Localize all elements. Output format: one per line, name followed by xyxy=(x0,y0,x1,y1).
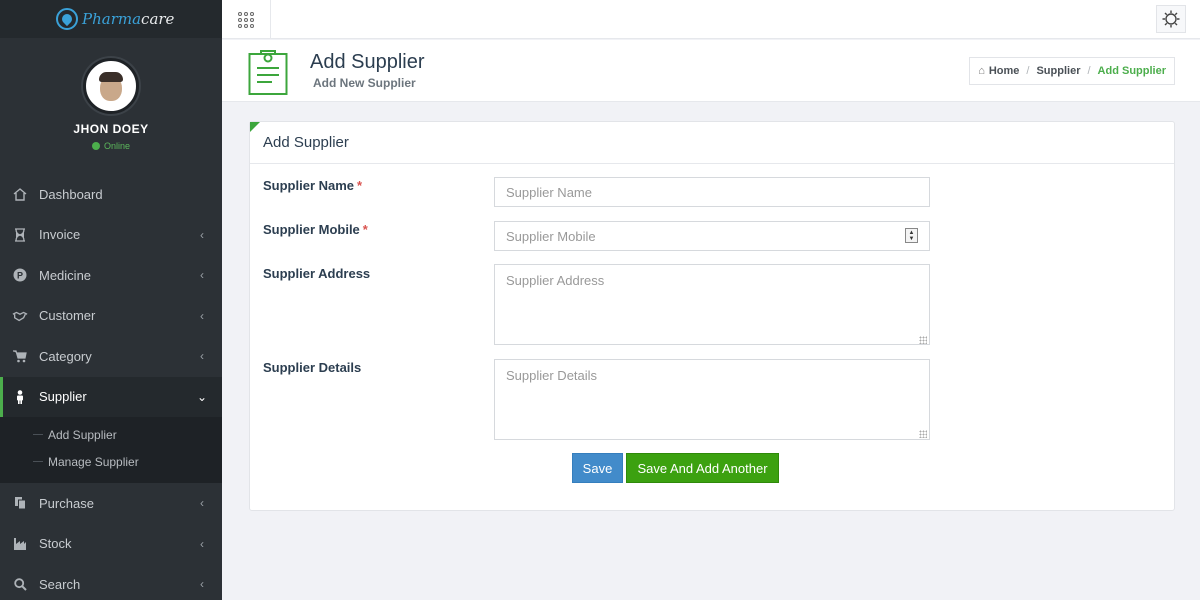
page-title: Add Supplier xyxy=(310,51,425,73)
search-icon xyxy=(12,576,28,592)
breadcrumb-supplier[interactable]: Supplier xyxy=(1036,65,1080,77)
supplier-mobile-label: Supplier Mobile * xyxy=(263,222,368,237)
sidebar-item-label: Stock xyxy=(39,536,72,552)
grid-icon xyxy=(238,11,254,28)
chevron-left-icon: ‹ xyxy=(200,308,204,323)
supplier-submenu: Add Supplier Manage Supplier xyxy=(0,417,222,483)
clipboard-icon xyxy=(248,50,288,95)
sidebar-item-label: Invoice xyxy=(39,227,81,243)
sidebar-item-purchase[interactable]: Purchase ‹ xyxy=(0,483,222,524)
sidebar-item-invoice[interactable]: Invoice ‹ xyxy=(0,215,222,256)
avatar[interactable] xyxy=(83,58,139,114)
save-and-add-another-button[interactable]: Save And Add Another xyxy=(626,453,779,483)
spinner-down-icon: ▼ xyxy=(908,235,915,242)
breadcrumb: ⌂ Home / Supplier / Add Supplier xyxy=(969,57,1175,85)
page-subtitle: Add New Supplier xyxy=(313,76,416,90)
status-text: Online xyxy=(103,141,130,151)
supplier-address-label: Supplier Address xyxy=(263,266,371,281)
submenu-item-add-supplier[interactable]: Add Supplier xyxy=(0,421,222,448)
chevron-left-icon: ‹ xyxy=(200,577,204,592)
sidebar-item-search[interactable]: Search ‹ xyxy=(0,564,222,600)
sidebar-item-label: Search xyxy=(39,576,81,592)
apps-menu-button[interactable] xyxy=(222,0,271,39)
supplier-name-label: Supplier Name * xyxy=(263,178,363,193)
sidebar-item-customer[interactable]: Customer ‹ xyxy=(0,296,222,337)
user-status: Online xyxy=(91,141,130,151)
sidebar-item-label: Purchase xyxy=(39,495,94,511)
sidebar-item-category[interactable]: Category ‹ xyxy=(0,336,222,377)
supplier-address-input[interactable] xyxy=(494,264,930,345)
chevron-left-icon: ‹ xyxy=(200,536,204,551)
supplier-details-label: Supplier Details xyxy=(263,360,362,375)
copy-icon xyxy=(12,495,28,511)
hourglass-icon xyxy=(12,227,28,243)
sidebar-nav: Dashboard Invoice ‹ P Medicine ‹ Custome… xyxy=(0,174,222,600)
svg-text:P: P xyxy=(17,271,23,281)
resize-handle-icon[interactable] xyxy=(919,336,927,344)
online-dot-icon xyxy=(91,142,100,150)
chevron-left-icon: ‹ xyxy=(200,227,204,242)
sidebar-item-label: Supplier xyxy=(39,389,87,405)
save-button[interactable]: Save xyxy=(572,453,623,483)
required-mark: * xyxy=(357,178,363,193)
submenu-item-manage-supplier[interactable]: Manage Supplier xyxy=(0,448,222,475)
chevron-down-icon: ⌄ xyxy=(196,389,208,404)
gear-icon xyxy=(1162,10,1180,28)
person-icon xyxy=(12,389,28,405)
settings-button[interactable] xyxy=(1156,5,1186,33)
user-profile: JHON DOEY Online xyxy=(0,38,222,166)
handshake-icon xyxy=(12,308,28,324)
sidebar-item-dashboard[interactable]: Dashboard xyxy=(0,174,222,215)
sidebar-item-label: Customer xyxy=(39,308,96,324)
pharmacy-icon: P xyxy=(12,267,28,283)
sidebar-item-label: Medicine xyxy=(39,267,92,283)
industry-icon xyxy=(12,536,28,552)
cart-icon xyxy=(12,348,28,364)
chevron-left-icon: ‹ xyxy=(200,349,204,364)
sidebar-item-label: Category xyxy=(39,348,92,364)
card-title: Add Supplier xyxy=(250,122,1174,164)
pharmacare-logo-icon xyxy=(56,8,78,30)
page-header: Add Supplier Add New Supplier ⌂ Home / S… xyxy=(222,40,1200,102)
supplier-details-input[interactable] xyxy=(494,359,930,440)
topbar xyxy=(222,0,1200,39)
chevron-left-icon: ‹ xyxy=(200,496,204,511)
sidebar-item-supplier[interactable]: Supplier ⌄ xyxy=(0,376,222,417)
user-name: JHON DOEY xyxy=(73,122,149,136)
sidebar-item-label: Dashboard xyxy=(39,186,103,202)
home-icon: ⌂ xyxy=(978,65,985,77)
breadcrumb-home[interactable]: Home xyxy=(989,65,1020,77)
required-mark: * xyxy=(362,222,368,237)
sidebar-item-medicine[interactable]: P Medicine ‹ xyxy=(0,255,222,296)
home-icon xyxy=(12,186,28,202)
breadcrumb-current: Add Supplier xyxy=(1097,65,1166,77)
sidebar: Pharmacare JHON DOEY Online Dashboard In… xyxy=(0,0,222,600)
resize-handle-icon[interactable] xyxy=(919,430,927,438)
number-spinner[interactable]: ▲ ▼ xyxy=(905,228,918,243)
supplier-mobile-input[interactable] xyxy=(494,221,930,251)
brand-name: Pharmacare xyxy=(82,10,175,28)
supplier-name-input[interactable] xyxy=(494,177,930,207)
add-supplier-card: Add Supplier Supplier Name* Supplier Mob… xyxy=(249,121,1175,511)
chevron-left-icon: ‹ xyxy=(200,268,204,283)
brand-logo[interactable]: Pharmacare xyxy=(0,0,222,38)
sidebar-item-stock[interactable]: Stock ‹ xyxy=(0,524,222,565)
